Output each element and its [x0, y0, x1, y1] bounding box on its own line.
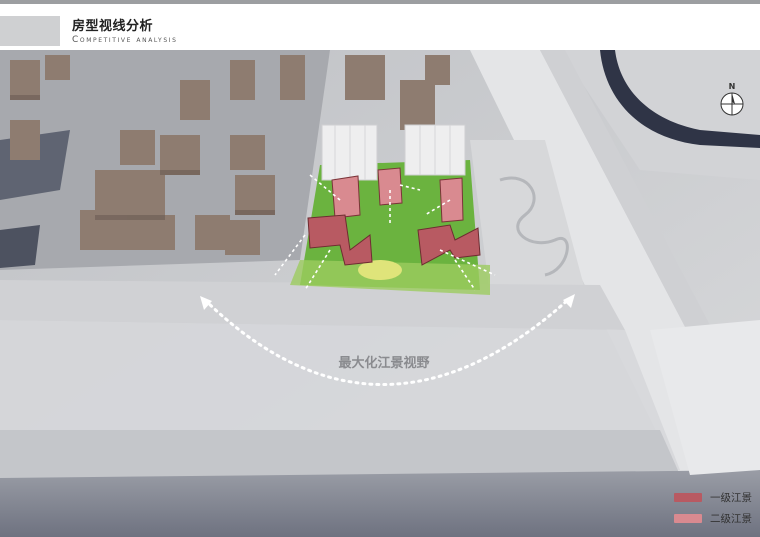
title-accent-block: [0, 16, 60, 46]
canal-left-lower: [0, 225, 40, 268]
river-lower-band: [0, 430, 680, 478]
legend-swatch-secondary: [674, 513, 702, 523]
aerial-rendering: 最大化江景视野: [0, 50, 760, 537]
aerial-view-svg: 最大化江景视野: [0, 50, 760, 537]
legend-swatch-primary: [674, 492, 702, 502]
legend: 一级江景 二级江景: [674, 488, 752, 530]
page-subtitle: Competitive analysis: [72, 35, 178, 45]
river-bottom: [0, 470, 760, 537]
north-letter: N: [729, 82, 736, 91]
page-title: 房型视线分析: [72, 19, 154, 34]
legend-label-primary: 一级江景: [710, 491, 752, 504]
legend-item-primary: 一级江景: [674, 488, 752, 506]
analysis-page: 房型视线分析 Competitive analysis 最大化江景视野 N 一级…: [0, 0, 760, 537]
top-border: [0, 0, 760, 4]
view-label: 最大化江景视野: [338, 355, 429, 371]
legend-label-secondary: 二级江景: [710, 512, 752, 525]
legend-item-secondary: 二级江景: [674, 509, 752, 527]
north-compass: N: [718, 80, 746, 120]
